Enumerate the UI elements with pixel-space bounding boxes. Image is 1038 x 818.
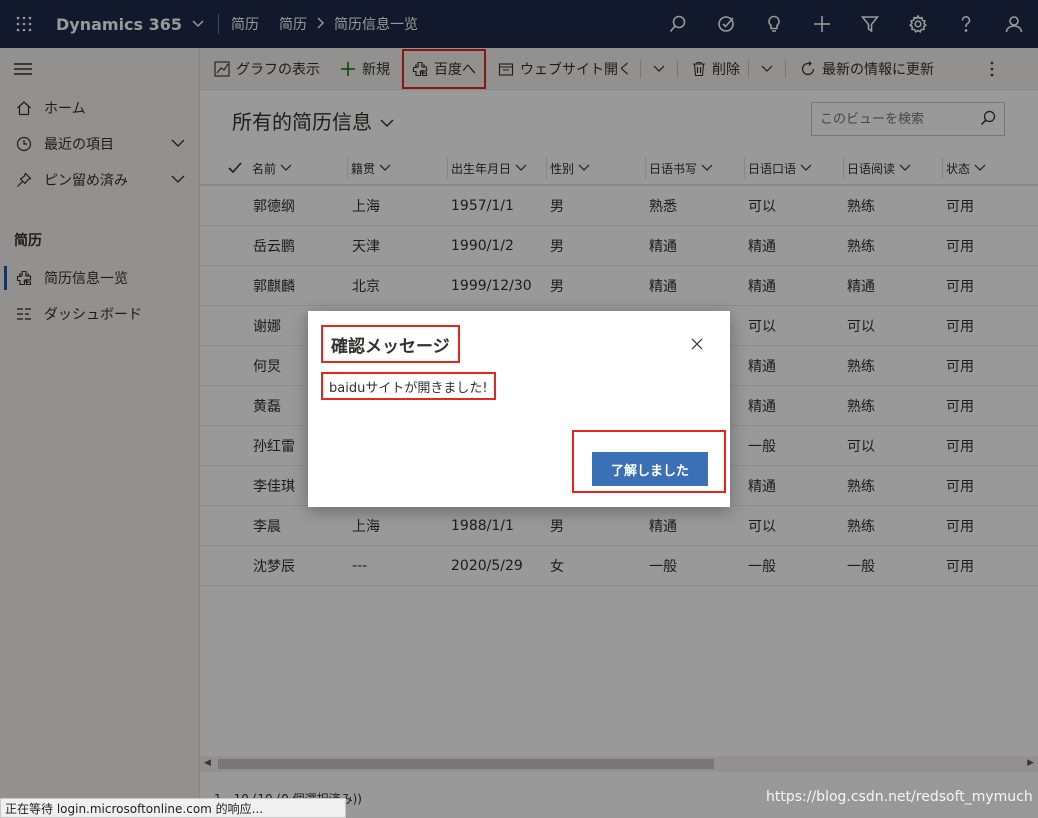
confirm-dialog: 確認メッセージ baiduサイトが開きました! 了解しました xyxy=(308,311,730,507)
dialog-message: baiduサイトが開きました! xyxy=(321,372,496,400)
ok-button[interactable]: 了解しました xyxy=(592,452,708,486)
dialog-title: 確認メッセージ xyxy=(321,325,460,363)
dialog-button-highlight: 了解しました xyxy=(572,430,726,493)
close-icon[interactable] xyxy=(688,335,706,353)
watermark: https://blog.csdn.net/redsoft_mymuch xyxy=(766,789,1033,805)
browser-status-bar: 正在等待 login.microsoftonline.com 的响应... xyxy=(0,798,346,818)
